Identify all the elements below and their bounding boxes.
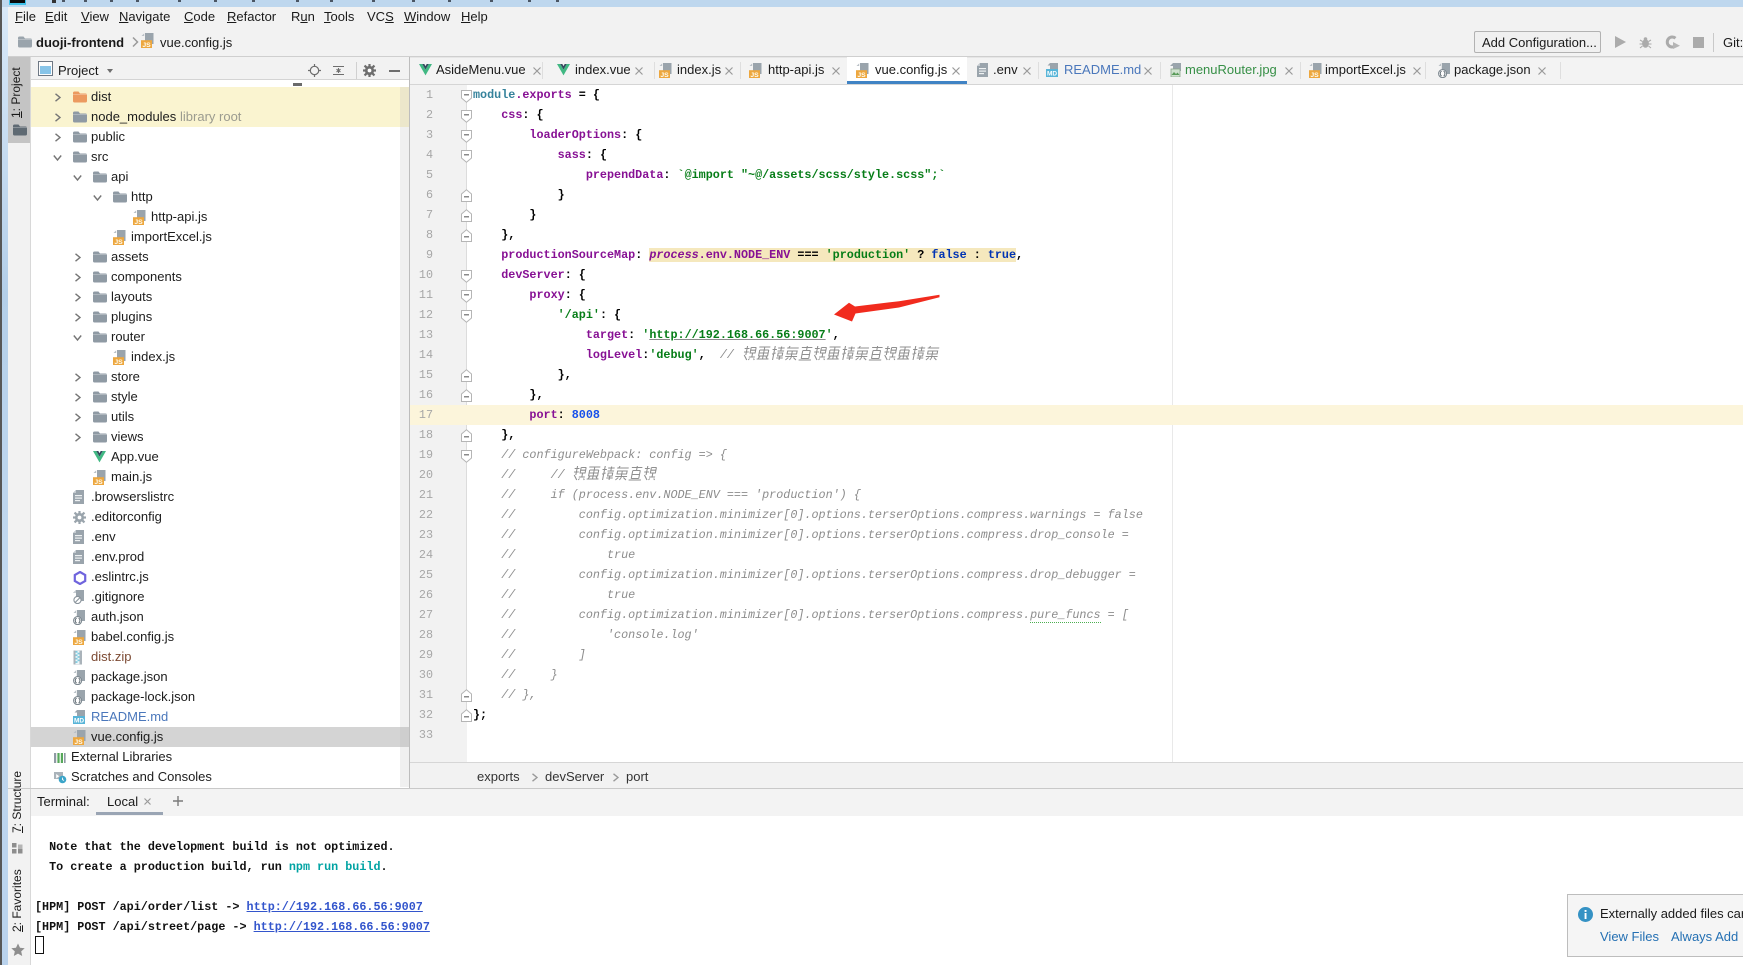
svg-text:JS: JS [114,239,123,245]
svg-text:JS: JS [74,739,83,745]
svg-text:MD: MD [1047,71,1057,77]
svg-text:JS: JS [134,219,143,225]
svg-text:JS: JS [750,72,759,78]
svg-text:JS: JS [94,479,103,485]
svg-text:JS: JS [114,359,123,365]
svg-text:MD: MD [74,718,84,724]
svg-text:JS: JS [857,72,866,78]
svg-text:JS: JS [1310,72,1319,78]
svg-text:JS: JS [74,639,83,645]
svg-text:JS: JS [142,42,151,48]
svg-text:JS: JS [660,72,669,78]
